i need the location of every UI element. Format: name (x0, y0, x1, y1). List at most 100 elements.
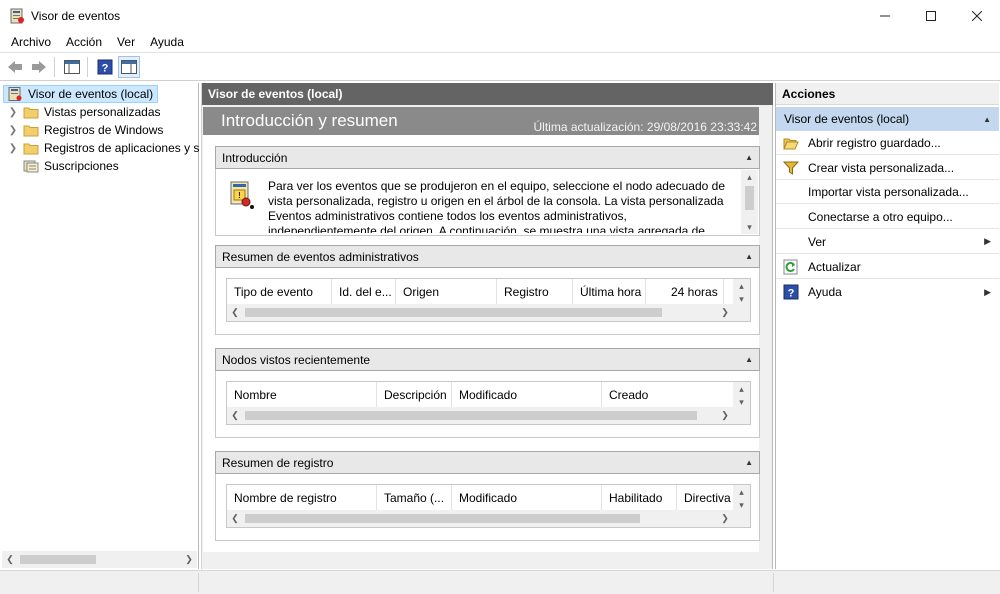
tree-item-subscriptions[interactable]: Suscripciones (0, 157, 119, 175)
subscriptions-icon (23, 159, 39, 173)
collapse-arrow-icon[interactable]: ▲ (745, 355, 753, 364)
column-header[interactable]: Modificado (452, 382, 602, 408)
grid-horizontal-scrollbar[interactable]: ❮ ❯ (227, 407, 733, 424)
column-header[interactable]: Nombre de registro (227, 485, 377, 511)
section-header-admin-events[interactable]: Resumen de eventos administrativos ▲ (215, 245, 760, 268)
event-viewer-icon (7, 87, 23, 101)
column-header[interactable]: Modificado (452, 485, 602, 511)
scroll-left-icon[interactable]: ❮ (227, 304, 243, 321)
action-import-custom-view[interactable]: Importar vista personalizada... (776, 180, 999, 204)
column-header[interactable]: Habilitado (602, 485, 677, 511)
introduction-text: Para ver los eventos que se produjeron e… (268, 179, 725, 233)
action-connect-other-computer[interactable]: Conectarse a otro equipo... (776, 205, 999, 229)
scroll-down-icon[interactable]: ▾ (733, 293, 750, 306)
column-header[interactable]: Descripción (377, 382, 452, 408)
column-header[interactable]: Tamaño (... (377, 485, 452, 511)
action-label: Conectarse a otro equipo... (808, 209, 953, 224)
section-header-introduction[interactable]: Introducción ▲ (215, 146, 760, 169)
status-cell (199, 573, 774, 592)
menu-archivo[interactable]: Archivo (3, 35, 58, 49)
scroll-left-icon[interactable]: ❮ (2, 551, 18, 568)
show-hide-tree-button[interactable] (61, 56, 83, 78)
section-body-log-summary: Nombre de registro Tamaño (... Modificad… (215, 474, 760, 541)
scrollbar-thumb[interactable] (245, 514, 640, 523)
grid-header-row: Tipo de evento Id. del e... Origen Regis… (227, 279, 724, 305)
menu-accion[interactable]: Acción (58, 35, 109, 49)
scroll-up-icon[interactable]: ▴ (733, 486, 750, 499)
folder-icon (23, 123, 39, 137)
menu-ayuda[interactable]: Ayuda (142, 35, 191, 49)
scroll-right-icon[interactable]: ❯ (717, 304, 733, 321)
column-header[interactable]: Creado (602, 382, 732, 408)
chevron-right-icon[interactable]: ❯ (8, 143, 18, 154)
tree-item-app-service-logs[interactable]: ❯ Registros de aplicaciones y s (0, 139, 200, 157)
action-label: Abrir registro guardado... (808, 135, 941, 150)
console-tree-pane: Visor de eventos (local) ❯ Vistas person… (0, 83, 199, 569)
open-folder-icon (783, 135, 799, 151)
tree-item-windows-logs[interactable]: ❯ Registros de Windows (0, 121, 164, 139)
grid-horizontal-scrollbar[interactable]: ❮ ❯ (227, 304, 733, 321)
scrollbar-thumb[interactable] (245, 411, 697, 420)
grid-horizontal-scrollbar[interactable]: ❮ ❯ (227, 510, 733, 527)
section-header-log-summary[interactable]: Resumen de registro ▲ (215, 451, 760, 474)
action-refresh[interactable]: Actualizar (776, 255, 999, 279)
forward-button[interactable] (28, 56, 50, 78)
collapse-arrow-icon[interactable]: ▲ (745, 153, 753, 162)
scroll-right-icon[interactable]: ❯ (181, 551, 197, 568)
tree-horizontal-scrollbar[interactable]: ❮ ❯ (2, 551, 197, 568)
admin-events-grid: Tipo de evento Id. del e... Origen Regis… (226, 278, 751, 322)
minimize-button[interactable] (862, 0, 908, 31)
show-hide-action-pane-button[interactable] (118, 56, 140, 78)
scroll-right-icon[interactable]: ❯ (717, 407, 733, 424)
scroll-down-icon[interactable]: ▾ (741, 220, 758, 234)
column-header[interactable]: 24 horas (646, 279, 724, 305)
collapse-arrow-icon[interactable]: ▲ (745, 252, 753, 261)
collapse-arrow-icon[interactable]: ▲ (745, 458, 753, 467)
column-header[interactable]: Última hora (573, 279, 646, 305)
scrollbar-thumb[interactable] (745, 186, 754, 210)
column-header[interactable]: Directiva (677, 485, 733, 511)
scroll-up-icon[interactable]: ▴ (733, 383, 750, 396)
collapse-arrow-icon[interactable]: ▲ (983, 115, 991, 124)
scroll-right-icon[interactable]: ❯ (717, 510, 733, 527)
action-view-submenu[interactable]: Ver ▶ (776, 230, 999, 254)
help-button[interactable]: ? (94, 56, 116, 78)
close-button[interactable] (954, 0, 1000, 31)
action-help-submenu[interactable]: ? Ayuda ▶ (776, 280, 999, 304)
event-log-icon: ! (228, 181, 254, 209)
tree-root-event-viewer[interactable]: Visor de eventos (local) (3, 85, 159, 103)
column-header[interactable]: Tipo de evento (227, 279, 332, 305)
grid-header-row: Nombre de registro Tamaño (... Modificad… (227, 485, 733, 511)
section-header-recent-nodes[interactable]: Nodos vistos recientemente ▲ (215, 348, 760, 371)
grid-vertical-scrollbar[interactable]: ▴ ▾ (733, 279, 750, 321)
column-header[interactable]: Id. del e... (332, 279, 396, 305)
scroll-left-icon[interactable]: ❮ (227, 510, 243, 527)
folder-icon (23, 105, 39, 119)
chevron-right-icon[interactable]: ❯ (8, 107, 18, 118)
scrollbar-thumb[interactable] (245, 308, 662, 317)
tree-item-custom-views[interactable]: ❯ Vistas personalizadas (0, 103, 161, 121)
column-header[interactable]: Nombre (227, 382, 377, 408)
maximize-button[interactable] (908, 0, 954, 31)
scroll-down-icon[interactable]: ▾ (733, 499, 750, 512)
actions-group-header[interactable]: Visor de eventos (local) ▲ (776, 107, 999, 131)
menu-ver[interactable]: Ver (109, 35, 142, 49)
scrollbar-thumb[interactable] (20, 555, 96, 564)
chevron-right-icon[interactable]: ❯ (8, 125, 18, 136)
column-header[interactable]: Origen (396, 279, 497, 305)
actions-group-label: Visor de eventos (local) (784, 112, 910, 126)
action-create-custom-view[interactable]: Crear vista personalizada... (776, 156, 999, 180)
scroll-up-icon[interactable]: ▴ (741, 170, 758, 184)
column-header[interactable]: Registro (497, 279, 573, 305)
console-tree-icon (64, 60, 80, 74)
action-label: Importar vista personalizada... (808, 184, 969, 199)
section-body-introduction: ! Para ver los eventos que se produjeron… (215, 169, 760, 236)
grid-vertical-scrollbar[interactable]: ▴ ▾ (733, 382, 750, 424)
scroll-left-icon[interactable]: ❮ (227, 407, 243, 424)
action-open-saved-log[interactable]: Abrir registro guardado... (776, 131, 999, 155)
grid-vertical-scrollbar[interactable]: ▴ ▾ (733, 485, 750, 527)
scroll-down-icon[interactable]: ▾ (733, 396, 750, 409)
back-button[interactable] (4, 56, 26, 78)
introduction-vertical-scrollbar[interactable]: ▴ ▾ (741, 170, 758, 234)
scroll-up-icon[interactable]: ▴ (733, 280, 750, 293)
